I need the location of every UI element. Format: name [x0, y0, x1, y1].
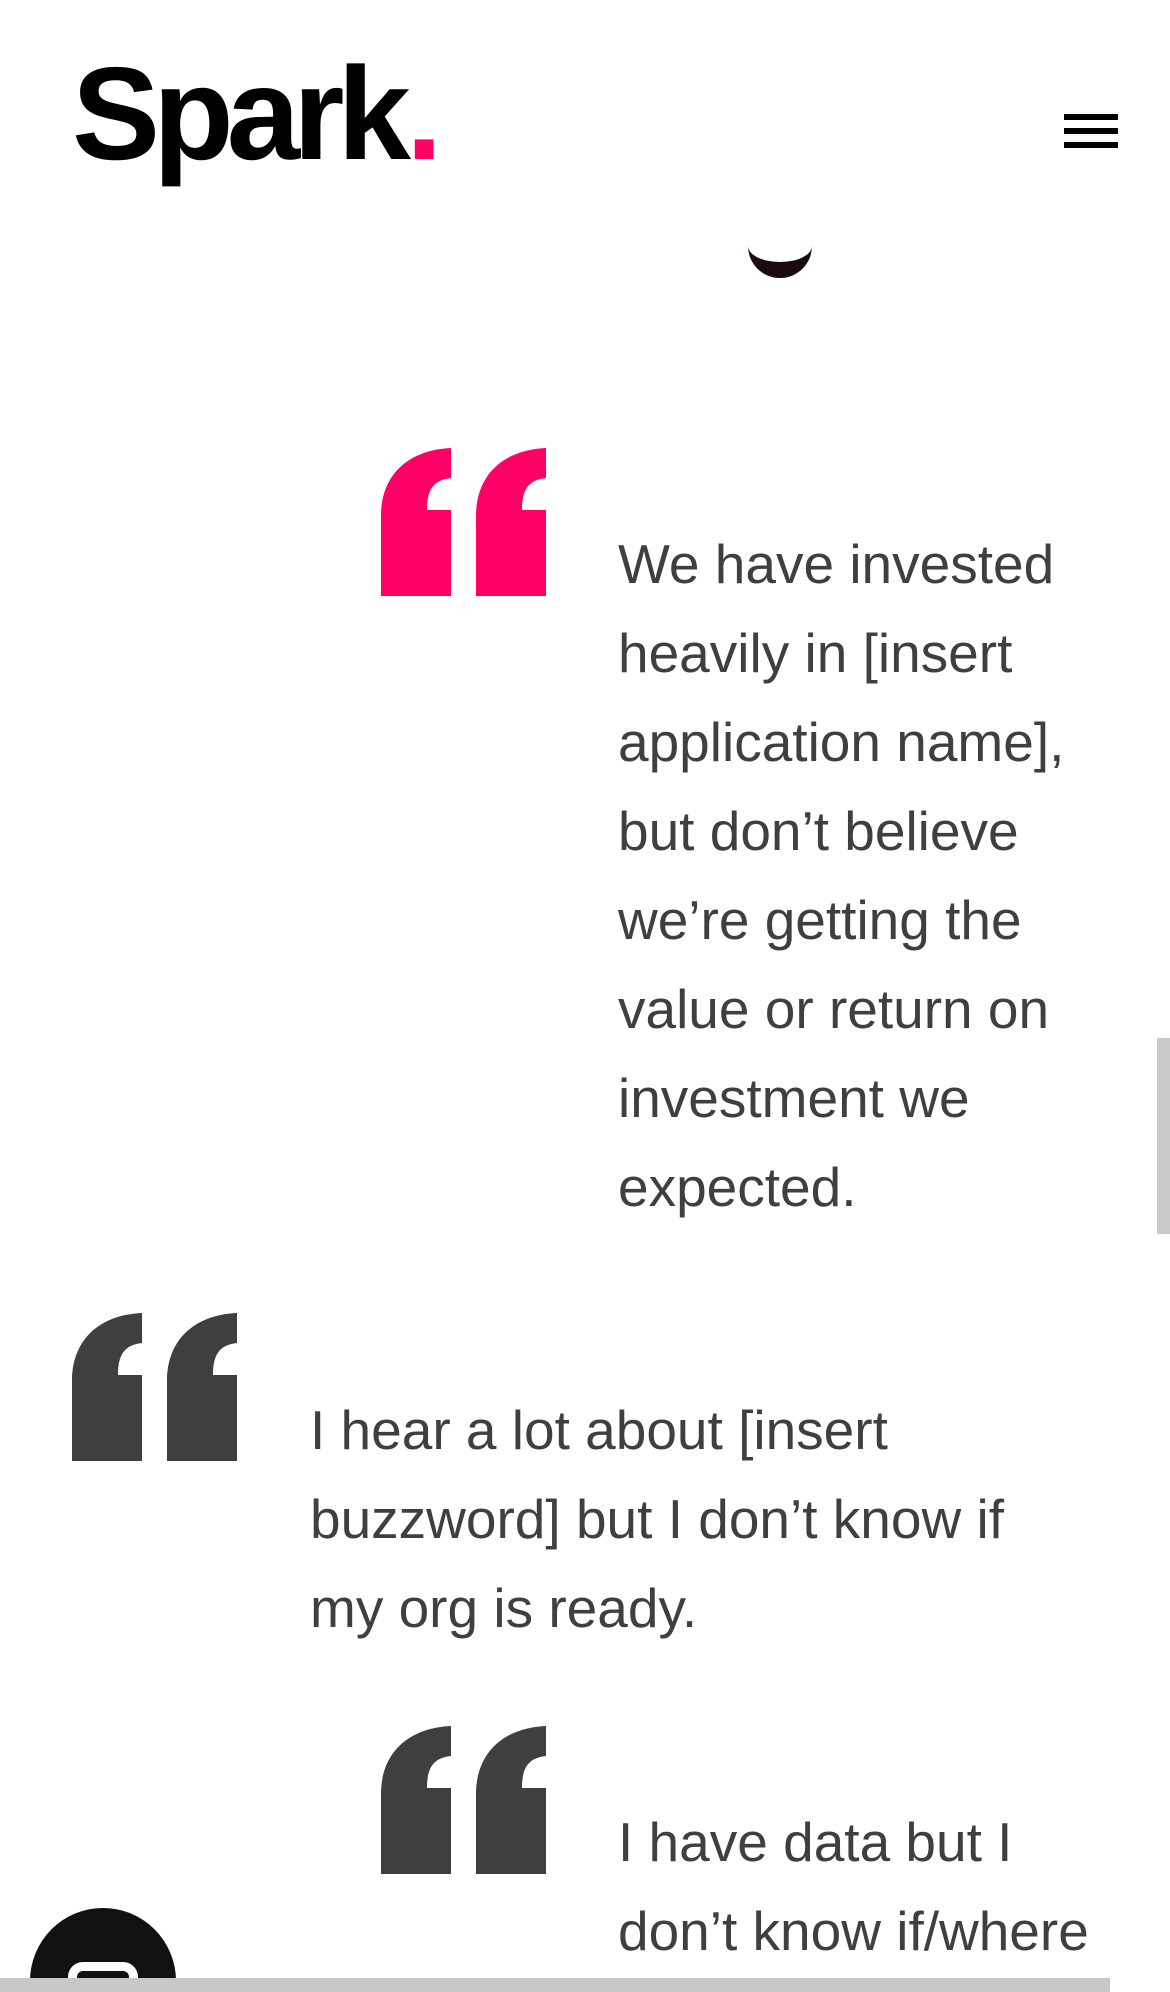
- horizontal-scrollbar[interactable]: [0, 1978, 1110, 1992]
- quote-text-2: I hear a lot about [insert buzzword] but…: [310, 1399, 1004, 1639]
- logo-text: Spark: [72, 40, 411, 187]
- quote-mark-icon: [72, 1313, 237, 1461]
- spark-logo[interactable]: Spark.: [72, 48, 442, 180]
- menu-line: [1064, 142, 1118, 148]
- scrollbar-thumb[interactable]: [1157, 1038, 1170, 1234]
- site-header: Spark.: [0, 0, 1170, 220]
- menu-line: [1064, 128, 1118, 134]
- heading-glyph-fragment: [748, 240, 812, 278]
- menu-line: [1064, 114, 1118, 120]
- hamburger-menu-icon[interactable]: [1060, 110, 1120, 154]
- logo-dot: .: [405, 40, 443, 187]
- quote-mark-icon: [381, 448, 546, 596]
- quote-mark-icon: [381, 1726, 546, 1874]
- quote-text-3: I have data but I don’t know if/where: [618, 1811, 1089, 1962]
- quote-text-1: We have invested heavily in [insert appl…: [618, 533, 1065, 1218]
